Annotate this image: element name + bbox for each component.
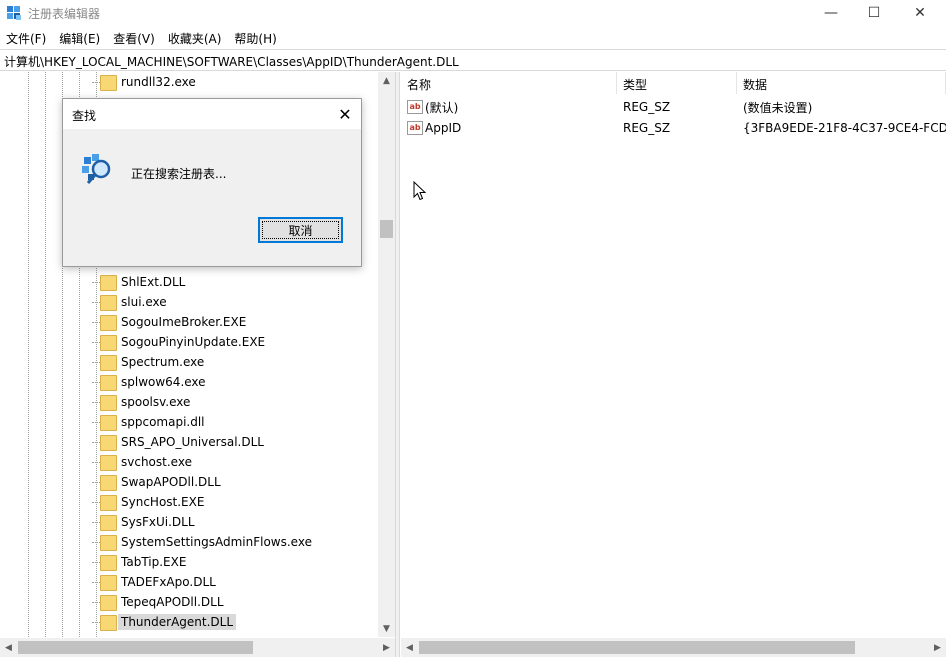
folder-icon (100, 475, 117, 491)
tree-item[interactable]: SwapAPODll.DLL (92, 472, 221, 492)
tree-item[interactable]: slui.exe (92, 292, 167, 312)
tree-item[interactable]: rundll32.exe (92, 72, 196, 92)
close-icon: ✕ (338, 104, 352, 124)
tree-guide-line (45, 72, 46, 637)
folder-icon (100, 415, 117, 431)
column-name[interactable]: 名称 (401, 72, 617, 94)
tree-guide-line (28, 72, 29, 637)
tree-item[interactable]: TepeqAPODll.DLL (92, 592, 224, 612)
folder-icon (100, 335, 117, 351)
mouse-pointer-icon (413, 181, 427, 201)
folder-icon (100, 375, 117, 391)
value-row[interactable]: ab AppID REG_SZ {3FBA9EDE-21F8-4C37-9CE4-… (401, 118, 946, 138)
folder-icon (100, 315, 117, 331)
dialog-title-bar: 查找 ✕ (63, 99, 361, 129)
maximize-icon: ☐ (867, 5, 881, 21)
folder-icon (100, 595, 117, 611)
menu-help[interactable]: 帮助(H) (228, 27, 283, 48)
menu-file[interactable]: 文件(F) (0, 27, 53, 48)
minimize-icon: — (824, 5, 838, 21)
folder-icon (100, 455, 117, 471)
folder-icon (100, 355, 117, 371)
menu-view[interactable]: 查看(V) (107, 27, 162, 48)
list-horizontal-scrollbar[interactable]: ◀ ▶ (401, 638, 946, 657)
maximize-button[interactable]: ☐ (851, 0, 897, 26)
scroll-right-icon[interactable]: ▶ (378, 638, 395, 657)
cancel-button[interactable]: 取消 (258, 217, 343, 243)
folder-icon (100, 395, 117, 411)
tree-horizontal-scrollbar[interactable]: ◀ ▶ (0, 638, 395, 657)
tree-item[interactable]: TabTip.EXE (92, 552, 186, 572)
close-button[interactable]: ✕ (897, 0, 943, 26)
tree-item[interactable]: ShlExt.DLL (92, 272, 185, 292)
string-value-icon: ab (407, 121, 423, 135)
menu-bar: 文件(F) 编辑(E) 查看(V) 收藏夹(A) 帮助(H) (0, 27, 946, 48)
folder-icon (100, 435, 117, 451)
tree-item-selected[interactable]: ThunderAgent.DLL (92, 612, 237, 632)
close-icon: ✕ (914, 5, 926, 21)
title-bar: 注册表编辑器 — ☐ ✕ (0, 0, 946, 26)
value-list[interactable]: 名称 类型 数据 ab (默认) REG_SZ (数值未设置) ab AppID R… (401, 72, 946, 637)
tree-item[interactable]: svchost.exe (92, 452, 192, 472)
scroll-thumb[interactable] (18, 641, 253, 654)
search-registry-icon (82, 154, 111, 184)
tree-item[interactable]: sppcomapi.dll (92, 412, 205, 432)
folder-icon (100, 75, 117, 91)
window-title: 注册表编辑器 (28, 7, 101, 21)
folder-icon (100, 515, 117, 531)
scroll-thumb[interactable] (419, 641, 855, 654)
menu-favorites[interactable]: 收藏夹(A) (162, 27, 229, 48)
dialog-title: 查找 (72, 109, 97, 123)
scroll-up-icon[interactable]: ▲ (378, 72, 395, 89)
string-value-icon: ab (407, 100, 423, 114)
tree-item[interactable]: SRS_APO_Universal.DLL (92, 432, 264, 452)
find-dialog: 查找 ✕ 正在搜索注册表... 取消 (62, 98, 362, 267)
folder-icon (100, 275, 117, 291)
column-data[interactable]: 数据 (737, 72, 946, 94)
folder-icon (100, 495, 117, 511)
scroll-right-icon[interactable]: ▶ (929, 638, 946, 657)
tree-item[interactable]: SyncHost.EXE (92, 492, 204, 512)
folder-icon (100, 535, 117, 551)
value-row[interactable]: ab (默认) REG_SZ (数值未设置) (401, 97, 946, 117)
tree-item[interactable]: SysFxUi.DLL (92, 512, 195, 532)
address-bar[interactable]: 计算机\HKEY_LOCAL_MACHINE\SOFTWARE\Classes\… (0, 49, 946, 71)
tree-item[interactable]: SogouImeBroker.EXE (92, 312, 246, 332)
pane-splitter[interactable] (395, 72, 400, 657)
tree-item[interactable]: SogouPinyinUpdate.EXE (92, 332, 265, 352)
tree-item[interactable]: splwow64.exe (92, 372, 206, 392)
folder-icon (100, 575, 117, 591)
tree-item[interactable]: SystemSettingsAdminFlows.exe (92, 532, 312, 552)
scroll-left-icon[interactable]: ◀ (401, 638, 418, 657)
folder-icon (100, 295, 117, 311)
column-type[interactable]: 类型 (617, 72, 737, 94)
scroll-down-icon[interactable]: ▼ (378, 620, 395, 637)
regedit-app-icon (7, 6, 21, 20)
minimize-button[interactable]: — (808, 0, 854, 26)
tree-vertical-scrollbar[interactable]: ▲ ▼ (378, 72, 395, 637)
menu-edit[interactable]: 编辑(E) (53, 27, 107, 48)
folder-icon (100, 555, 117, 571)
scroll-thumb[interactable] (380, 220, 393, 238)
dialog-message: 正在搜索注册表... (131, 167, 227, 181)
list-header: 名称 类型 数据 (401, 72, 946, 94)
folder-icon (100, 615, 117, 631)
dialog-close-button[interactable]: ✕ (333, 103, 357, 125)
tree-item[interactable]: spoolsv.exe (92, 392, 190, 412)
tree-item[interactable]: Spectrum.exe (92, 352, 204, 372)
scroll-left-icon[interactable]: ◀ (0, 638, 17, 657)
tree-item[interactable]: TADEFxApo.DLL (92, 572, 216, 592)
